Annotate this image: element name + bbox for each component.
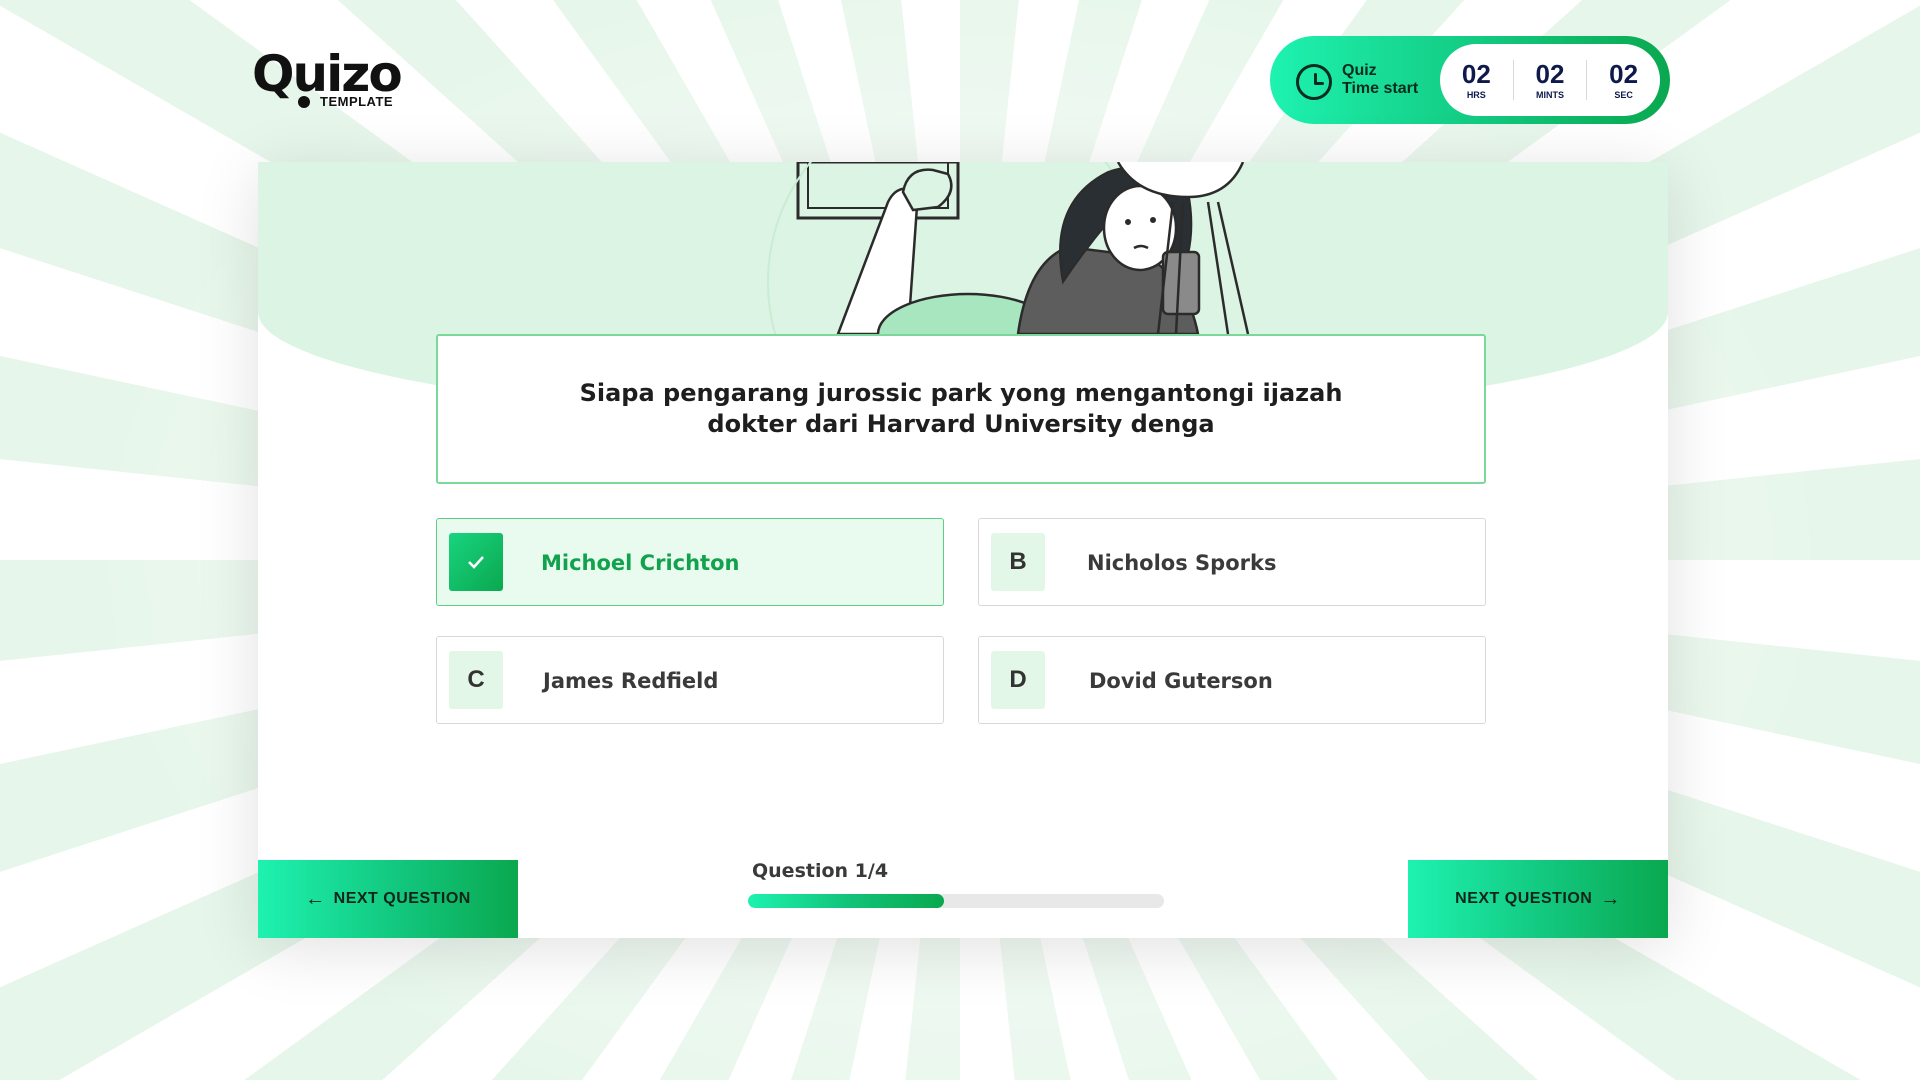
timer-minutes: 02 MINTS [1520,60,1580,100]
option-d[interactable]: D Dovid Guterson [978,636,1486,724]
timer-seconds-label: SEC [1614,90,1633,100]
timer-minutes-value: 02 [1535,59,1565,89]
quiz-card: Siapa pengarang jurossic park yong menga… [258,162,1668,938]
timer-seconds-value: 02 [1609,59,1639,89]
quiz-timer: Quiz Time start 02 HRS 02 MINTS 02 SEC [1270,36,1670,124]
logo-subtitle: TEMPLATE [320,94,394,109]
previous-question-button[interactable]: ← NEXT QUESTION [258,860,518,938]
option-c-label: James Redfield [543,669,719,693]
timer-seconds: 02 SEC [1594,60,1654,100]
arrow-right-icon: → [1600,887,1621,910]
check-icon [449,533,503,591]
progress-bar-fill [748,894,944,908]
arrow-left-icon: ← [305,887,326,910]
timer-divider [1512,60,1514,100]
option-a[interactable]: Michoel Crichton [436,518,944,606]
timer-countdown: 02 HRS 02 MINTS 02 SEC [1440,44,1660,116]
next-question-label: NEXT QUESTION [1455,890,1593,907]
lamp-illustration [1116,162,1250,334]
timer-minutes-label: MINTS [1535,90,1564,100]
clock-icon [1296,64,1332,100]
option-b-key: B [991,533,1045,591]
timer-hours-label: HRS [1466,90,1486,100]
option-d-key: D [991,651,1045,709]
timer-hours: 02 HRS [1446,60,1506,100]
option-a-label: Michoel Crichton [541,551,740,575]
option-c-key: C [449,651,503,709]
quizo-logo: Quizo TEMPLATE [252,44,432,114]
logo-dot [298,96,310,108]
question-text: Siapa pengarang jurossic park yong menga… [579,379,1343,438]
question-progress-label: Question 1/4 [752,860,889,882]
option-b-label: Nicholos Sporks [1087,551,1277,575]
timer-divider [1586,60,1588,100]
progress-bar [748,894,1164,908]
option-c[interactable]: C James Redfield [436,636,944,724]
timer-label-line1: Quiz [1342,62,1377,79]
timer-hours-value: 02 [1461,59,1491,89]
next-question-button[interactable]: NEXT QUESTION → [1408,860,1668,938]
timer-label: Quiz Time start [1342,62,1442,98]
option-b[interactable]: B Nicholos Sporks [978,518,1486,606]
previous-question-label: NEXT QUESTION [333,890,471,907]
option-d-label: Dovid Guterson [1089,669,1273,693]
question-box: Siapa pengarang jurossic park yong menga… [436,334,1486,484]
timer-label-line2: Time start [1342,80,1419,97]
